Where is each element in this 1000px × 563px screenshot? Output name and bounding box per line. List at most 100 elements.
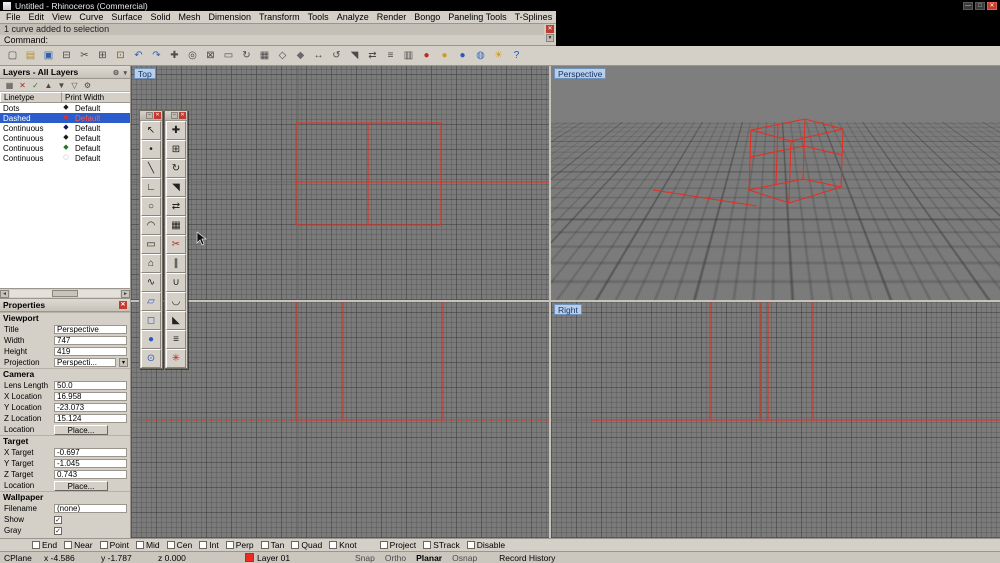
layer-row[interactable]: Continuous ◆ Default: [0, 153, 130, 163]
cut-icon[interactable]: ✂: [76, 48, 93, 64]
osnap-perp[interactable]: Perp: [225, 540, 254, 550]
property-value-field[interactable]: 419: [54, 347, 127, 356]
dropdown-arrow-icon[interactable]: ▾: [119, 358, 128, 367]
viewport-right[interactable]: Right: [551, 302, 1000, 538]
viewport-label-perspective[interactable]: Perspective: [554, 68, 607, 79]
osnap-cen[interactable]: Cen: [166, 540, 192, 550]
viewport-front[interactable]: [131, 302, 549, 538]
menu-item-render[interactable]: Render: [373, 12, 411, 22]
filter-icon[interactable]: ▽: [68, 80, 81, 91]
checkbox[interactable]: [225, 541, 234, 549]
menu-item-edit[interactable]: Edit: [25, 12, 49, 22]
menu-item-analyze[interactable]: Analyze: [333, 12, 373, 22]
zoom-dynamic-icon[interactable]: ◎: [184, 48, 201, 64]
chamfer-icon[interactable]: ◣: [166, 311, 186, 330]
property-value-field[interactable]: 16.958: [54, 392, 127, 401]
scroll-thumb[interactable]: [51, 290, 78, 297]
move-icon[interactable]: ↔: [310, 48, 327, 64]
rotate-icon[interactable]: ↻: [166, 159, 186, 178]
join-icon[interactable]: ∪: [166, 273, 186, 292]
layer-color-diamond[interactable]: ◆: [59, 123, 73, 133]
checkbox[interactable]: [291, 541, 300, 549]
close-icon[interactable]: ✕: [179, 112, 186, 119]
red-ground-curve[interactable]: [652, 189, 758, 207]
layers-dialog-icon[interactable]: ≡: [382, 48, 399, 64]
property-value-field[interactable]: 50.0: [54, 381, 127, 390]
array-icon[interactable]: ▦: [166, 216, 186, 235]
viewport-label-top[interactable]: Top: [134, 68, 156, 79]
wireframe-display-icon[interactable]: ◇: [274, 48, 291, 64]
place-button[interactable]: Place...: [54, 480, 108, 491]
close-icon[interactable]: ✕: [119, 301, 127, 309]
column-linetype[interactable]: Linetype: [0, 92, 62, 102]
rectangle-icon[interactable]: ▭: [141, 235, 161, 254]
checkbox[interactable]: [260, 541, 269, 549]
circle-icon[interactable]: ○: [141, 197, 161, 216]
layer-color-diamond[interactable]: ◆: [59, 143, 73, 153]
scroll-track[interactable]: [10, 290, 120, 297]
layer-tools-icon[interactable]: ⚙: [81, 80, 94, 91]
menu-item-tools[interactable]: Tools: [304, 12, 333, 22]
command-history[interactable]: 1 curve added to selection: [0, 24, 544, 35]
cylinder-icon[interactable]: ⊙: [141, 349, 161, 368]
column-print-width[interactable]: Print Width: [62, 92, 130, 102]
property-value-field[interactable]: (none): [54, 504, 127, 513]
status-toggle-ortho[interactable]: Ortho: [385, 553, 406, 563]
checkbox[interactable]: [329, 541, 338, 549]
property-value-field[interactable]: -0.697: [54, 448, 127, 457]
new-layer-icon[interactable]: ▦: [3, 80, 16, 91]
move-icon[interactable]: ✚: [166, 121, 186, 140]
property-value-field[interactable]: -1.045: [54, 459, 127, 468]
scroll-right-icon[interactable]: ►: [121, 289, 130, 298]
scale-icon[interactable]: ◥: [346, 48, 363, 64]
arc-icon[interactable]: ◠: [141, 216, 161, 235]
current-layer-chip[interactable]: Layer 01: [245, 553, 315, 563]
layer-color-diamond[interactable]: ◆: [59, 133, 73, 143]
split-icon[interactable]: ∥: [166, 254, 186, 273]
checkbox[interactable]: [199, 541, 208, 549]
object-properties-icon[interactable]: ▥: [400, 48, 417, 64]
undo-icon[interactable]: ↶: [130, 48, 147, 64]
rotate-view-icon[interactable]: ↻: [238, 48, 255, 64]
property-value-field[interactable]: 0.743: [54, 470, 127, 479]
curve-icon[interactable]: ∿: [141, 273, 161, 292]
place-button[interactable]: Place...: [54, 424, 108, 435]
viewport-top[interactable]: Top: [131, 66, 549, 300]
red-box-wireframe[interactable]: [747, 118, 844, 204]
point-icon[interactable]: •: [141, 140, 161, 159]
sphere-icon[interactable]: ●: [141, 330, 161, 349]
open-file-icon[interactable]: ▤: [22, 48, 39, 64]
red-rectangle-curves[interactable]: [295, 302, 444, 421]
osnap-int[interactable]: Int: [199, 540, 219, 550]
command-close-icon[interactable]: ✕: [546, 25, 554, 33]
osnap-quad[interactable]: Quad: [291, 540, 322, 550]
osnap-knot[interactable]: Knot: [329, 540, 357, 550]
zoom-window-icon[interactable]: ⊠: [202, 48, 219, 64]
status-toggle-snap[interactable]: Snap: [355, 553, 375, 563]
property-value-field[interactable]: Perspecti...: [54, 358, 116, 367]
save-icon[interactable]: ▣: [40, 48, 57, 64]
checkbox[interactable]: [99, 541, 108, 549]
checkbox[interactable]: [32, 541, 40, 549]
sun-icon[interactable]: ☀: [490, 48, 507, 64]
layers-scrollbar[interactable]: ◄ ►: [0, 288, 130, 298]
menu-item-solid[interactable]: Solid: [146, 12, 174, 22]
status-toggle-osnap[interactable]: Osnap: [452, 553, 477, 563]
checkbox[interactable]: [466, 541, 475, 549]
match-layer-icon[interactable]: ✓: [29, 80, 42, 91]
scale-icon[interactable]: ◥: [166, 178, 186, 197]
osnap-end[interactable]: End: [32, 540, 57, 550]
box-icon[interactable]: ◻: [141, 311, 161, 330]
move-up-icon[interactable]: ▲: [42, 80, 55, 91]
mirror-icon[interactable]: ⇄: [166, 197, 186, 216]
pan-icon[interactable]: ✚: [166, 48, 183, 64]
menu-item-t-splines[interactable]: T-Splines: [511, 12, 557, 22]
menu-item-dimension[interactable]: Dimension: [204, 12, 255, 22]
new-file-icon[interactable]: ▢: [4, 48, 21, 64]
menu-item-v-ray[interactable]: V-Ray: [556, 12, 589, 22]
copy-clipboard-icon[interactable]: ⊞: [94, 48, 111, 64]
osnap-mid[interactable]: Mid: [135, 540, 160, 550]
print-icon[interactable]: ⊟: [58, 48, 75, 64]
menu-item-paneling-tools[interactable]: Paneling Tools: [444, 12, 510, 22]
close-icon[interactable]: ✕: [154, 112, 161, 119]
